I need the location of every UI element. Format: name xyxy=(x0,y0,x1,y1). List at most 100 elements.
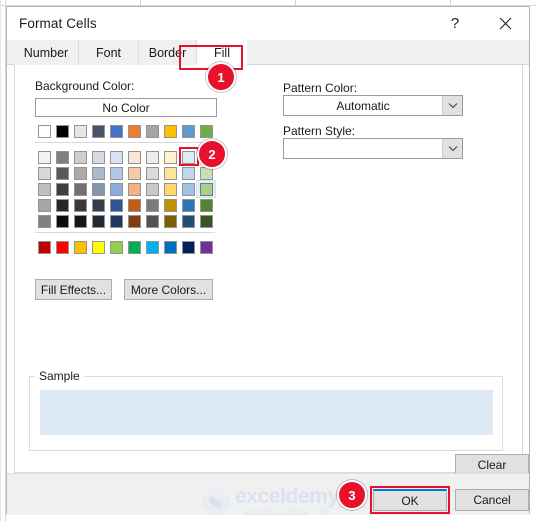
color-swatch[interactable] xyxy=(179,123,197,139)
palette-row[interactable] xyxy=(35,197,215,213)
color-swatch[interactable] xyxy=(107,165,125,181)
color-swatch[interactable] xyxy=(35,213,53,229)
tab-number[interactable]: Number xyxy=(14,40,79,65)
color-swatch[interactable] xyxy=(89,213,107,229)
palette-row[interactable] xyxy=(35,213,215,229)
color-swatch[interactable] xyxy=(53,123,71,139)
color-swatch[interactable] xyxy=(107,197,125,213)
color-swatch[interactable] xyxy=(179,213,197,229)
color-swatch[interactable] xyxy=(143,239,161,255)
color-swatch[interactable] xyxy=(35,149,53,165)
fill-effects-button[interactable]: Fill Effects... xyxy=(35,279,112,300)
chevron-down-icon[interactable] xyxy=(442,139,462,158)
color-swatch[interactable] xyxy=(125,149,143,165)
color-swatch-fill xyxy=(109,166,123,180)
color-swatch[interactable] xyxy=(125,123,143,139)
tab-font[interactable]: Font xyxy=(79,40,139,65)
color-swatch[interactable] xyxy=(161,239,179,255)
cancel-button[interactable]: Cancel xyxy=(455,489,529,511)
color-swatch[interactable] xyxy=(89,165,107,181)
color-swatch[interactable] xyxy=(179,165,197,181)
color-swatch[interactable] xyxy=(197,213,215,229)
color-swatch-fill xyxy=(127,198,141,212)
no-color-button[interactable]: No Color xyxy=(35,98,217,117)
color-swatch[interactable] xyxy=(143,181,161,197)
color-swatch[interactable] xyxy=(35,239,53,255)
color-swatch[interactable] xyxy=(143,123,161,139)
color-swatch[interactable] xyxy=(161,149,179,165)
color-swatch[interactable] xyxy=(89,181,107,197)
color-swatch[interactable] xyxy=(161,165,179,181)
chevron-down-icon[interactable] xyxy=(442,96,462,115)
color-swatch[interactable] xyxy=(35,181,53,197)
color-swatch[interactable] xyxy=(196,180,216,198)
clear-button[interactable]: Clear xyxy=(455,454,529,475)
pattern-color-combobox[interactable]: Automatic xyxy=(283,95,463,116)
color-swatch[interactable] xyxy=(179,197,197,213)
close-icon[interactable] xyxy=(483,7,527,39)
palette-row[interactable] xyxy=(35,165,215,181)
color-swatch-fill xyxy=(163,124,177,138)
color-swatch[interactable] xyxy=(89,149,107,165)
color-swatch[interactable] xyxy=(197,239,215,255)
color-swatch[interactable] xyxy=(161,197,179,213)
color-swatch[interactable] xyxy=(71,197,89,213)
color-swatch[interactable] xyxy=(197,197,215,213)
more-colors-button[interactable]: More Colors... xyxy=(124,279,213,300)
color-swatch[interactable] xyxy=(143,149,161,165)
color-swatch[interactable] xyxy=(125,197,143,213)
color-swatch[interactable] xyxy=(125,181,143,197)
color-swatch[interactable] xyxy=(53,149,71,165)
pattern-color-value: Automatic xyxy=(336,98,390,113)
color-swatch[interactable] xyxy=(107,149,125,165)
color-swatch[interactable] xyxy=(107,123,125,139)
color-swatch[interactable] xyxy=(71,213,89,229)
cancel-label: Cancel xyxy=(473,493,511,507)
color-swatch[interactable] xyxy=(71,149,89,165)
palette-theme-row[interactable] xyxy=(35,123,215,139)
color-swatch[interactable] xyxy=(107,239,125,255)
color-swatch-fill xyxy=(73,214,87,228)
color-swatch[interactable] xyxy=(71,181,89,197)
color-swatch[interactable] xyxy=(89,239,107,255)
color-swatch[interactable] xyxy=(53,165,71,181)
color-swatch[interactable] xyxy=(179,239,197,255)
color-swatch[interactable] xyxy=(35,123,53,139)
color-swatch[interactable] xyxy=(197,123,215,139)
color-swatch[interactable] xyxy=(107,181,125,197)
color-swatch[interactable] xyxy=(89,123,107,139)
color-swatch[interactable] xyxy=(107,213,125,229)
color-swatch[interactable] xyxy=(143,213,161,229)
color-swatch[interactable] xyxy=(53,239,71,255)
color-swatch-fill xyxy=(55,166,69,180)
background-color-palette[interactable] xyxy=(35,123,216,255)
color-swatch[interactable] xyxy=(143,165,161,181)
color-swatch[interactable] xyxy=(35,197,53,213)
color-swatch[interactable] xyxy=(125,165,143,181)
fill-effects-label: Fill Effects... xyxy=(40,282,107,297)
color-swatch[interactable] xyxy=(179,181,197,197)
step-badge-3: 3 xyxy=(337,480,367,510)
no-color-label: No Color xyxy=(102,100,150,115)
color-swatch[interactable] xyxy=(53,197,71,213)
color-swatch[interactable] xyxy=(71,165,89,181)
color-swatch[interactable] xyxy=(161,123,179,139)
palette-row[interactable] xyxy=(35,180,216,198)
color-swatch[interactable] xyxy=(71,123,89,139)
color-swatch[interactable] xyxy=(53,213,71,229)
color-swatch[interactable] xyxy=(143,197,161,213)
color-swatch[interactable] xyxy=(89,197,107,213)
color-swatch[interactable] xyxy=(35,165,53,181)
pattern-style-combobox[interactable] xyxy=(283,138,463,159)
pattern-color-label: Pattern Color: xyxy=(283,81,357,95)
color-swatch[interactable] xyxy=(125,239,143,255)
color-swatch-fill xyxy=(145,214,159,228)
color-swatch-fill xyxy=(109,150,123,164)
palette-standard-row[interactable] xyxy=(35,239,215,255)
color-swatch[interactable] xyxy=(161,213,179,229)
color-swatch[interactable] xyxy=(53,181,71,197)
color-swatch[interactable] xyxy=(125,213,143,229)
color-swatch[interactable] xyxy=(161,181,179,197)
help-icon[interactable]: ? xyxy=(433,7,477,39)
color-swatch[interactable] xyxy=(71,239,89,255)
